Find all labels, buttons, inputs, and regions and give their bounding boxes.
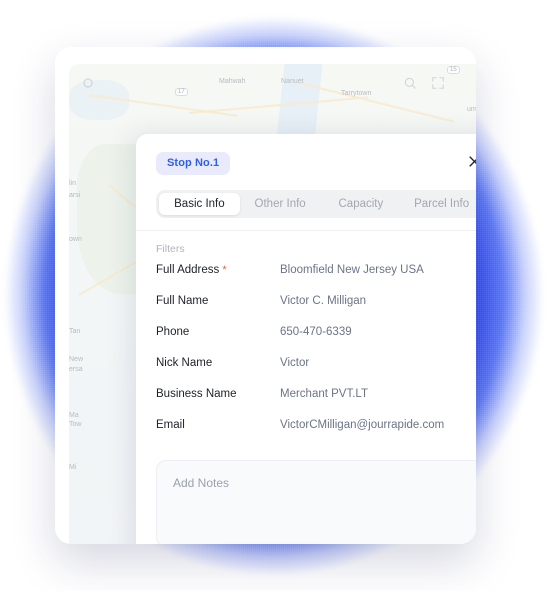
map-place-label: Mahwah <box>219 78 246 85</box>
tab-bar-wrapper: Basic Info Other Info Capacity Parcel Info <box>136 190 476 218</box>
map-place-label: Nanuet <box>281 78 304 85</box>
field-row: Full Name Victor C. Milligan <box>156 295 476 326</box>
map-place-label: New <box>69 356 84 363</box>
field-label-text: Business Name <box>156 388 237 400</box>
field-value[interactable]: Bloomfield New Jersey USA <box>280 264 424 276</box>
map-place-label: own <box>69 236 82 243</box>
field-label: Full Address * <box>156 264 280 276</box>
field-row: Phone 650-470-6339 <box>156 326 476 357</box>
tab-label: Other Info <box>254 198 306 210</box>
close-icon[interactable] <box>463 150 476 172</box>
field-label: Phone <box>156 326 280 338</box>
field-value[interactable]: 650-470-6339 <box>280 326 352 338</box>
field-value[interactable]: Victor C. Milligan <box>280 295 366 307</box>
map-place-label: arsi <box>69 192 81 199</box>
tab-label: Basic Info <box>174 198 225 210</box>
dialog-body: Filters Full Address * Bloomfield New Jer… <box>136 231 476 544</box>
field-label-text: Phone <box>156 326 190 338</box>
map-place-label: Tan <box>69 328 81 335</box>
map-place-label: Mi <box>69 464 77 471</box>
filters-label: Filters <box>156 243 185 255</box>
field-label: Email <box>156 419 280 431</box>
add-notes-placeholder: Add Notes <box>173 476 230 490</box>
dialog-header: Stop No.1 <box>136 134 476 190</box>
add-notes-input[interactable]: Add Notes <box>156 460 476 544</box>
tab-other-info[interactable]: Other Info <box>240 193 321 215</box>
field-row: Business Name Merchant PVT.LT <box>156 388 476 419</box>
field-label-text: Full Name <box>156 295 209 307</box>
field-label: Business Name <box>156 388 280 400</box>
map-locate-icon[interactable] <box>77 72 99 94</box>
field-label-text: Email <box>156 419 185 431</box>
map-search-icon[interactable] <box>399 72 421 94</box>
app-window: MahwahNanuetTarrytownumtlinarsiownHickTa… <box>55 47 476 544</box>
field-value[interactable]: Merchant PVT.LT <box>280 388 368 400</box>
field-list: Full Address * Bloomfield New Jersey USA F… <box>156 264 476 450</box>
tab-parcel-info[interactable]: Parcel Info <box>401 193 476 215</box>
map-place-label: ersa <box>69 366 83 373</box>
stop-number-badge: Stop No.1 <box>156 152 231 175</box>
field-value[interactable]: Victor <box>280 357 309 369</box>
field-row: Full Address * Bloomfield New Jersey USA <box>156 264 476 295</box>
stop-details-dialog: Stop No.1 Basic Info Other Info Capacity Pa… <box>136 134 476 544</box>
field-row: Nick Name Victor <box>156 357 476 388</box>
tab-basic-info[interactable]: Basic Info <box>159 193 240 215</box>
field-value[interactable]: VictorCMilligan@jourrapide.com <box>280 419 444 431</box>
map-fullscreen-icon[interactable] <box>427 72 449 94</box>
field-label-text: Nick Name <box>156 357 213 369</box>
map-route-badge: 17 <box>175 88 188 96</box>
required-asterisk-icon: * <box>219 264 227 276</box>
tab-capacity[interactable]: Capacity <box>321 193 402 215</box>
field-label: Nick Name <box>156 357 280 369</box>
map-place-label: lin <box>69 180 77 187</box>
map-place-label: Ma <box>69 412 79 419</box>
field-label-text: Full Address <box>156 264 220 276</box>
field-label: Full Name <box>156 295 280 307</box>
tab-label: Parcel Info <box>414 198 470 210</box>
map-place-label: Tarrytown <box>341 90 372 97</box>
map-place-label: Tow <box>69 421 82 428</box>
screenshot-root: MahwahNanuetTarrytownumtlinarsiownHickTa… <box>0 0 548 591</box>
field-row: Email VictorCMilligan@jourrapide.com <box>156 419 476 450</box>
tab-label: Capacity <box>338 198 384 210</box>
map-place-label: umt <box>467 106 476 113</box>
tab-bar: Basic Info Other Info Capacity Parcel Info <box>156 190 476 218</box>
